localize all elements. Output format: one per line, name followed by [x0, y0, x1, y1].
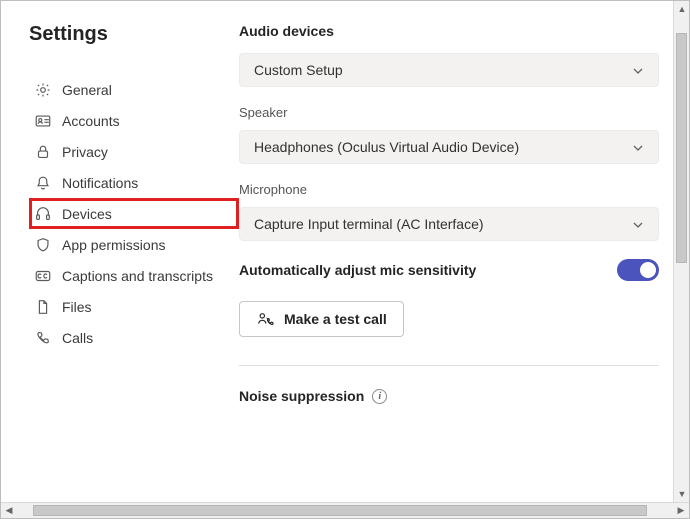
select-value: Capture Input terminal (AC Interface)	[254, 216, 484, 232]
auto-mic-sensitivity-toggle[interactable]	[617, 259, 659, 281]
chevron-down-icon	[632, 218, 644, 230]
microphone-select[interactable]: Capture Input terminal (AC Interface)	[239, 207, 659, 241]
sidebar-item-calls[interactable]: Calls	[29, 322, 239, 353]
select-value: Headphones (Oculus Virtual Audio Device)	[254, 139, 519, 155]
sidebar-item-label: Devices	[62, 206, 112, 222]
sidebar-item-general[interactable]: General	[29, 74, 239, 105]
divider	[239, 365, 659, 366]
file-icon	[34, 298, 52, 316]
settings-nav: General Accounts Privacy Notifications	[29, 74, 239, 353]
scroll-up-arrow[interactable]: ▲	[674, 1, 690, 17]
chevron-down-icon	[632, 141, 644, 153]
scroll-right-arrow[interactable]: ▶	[673, 503, 689, 519]
speaker-select[interactable]: Headphones (Oculus Virtual Audio Device)	[239, 130, 659, 164]
shield-icon	[34, 236, 52, 254]
sidebar-item-notifications[interactable]: Notifications	[29, 167, 239, 198]
person-call-icon	[256, 310, 274, 328]
sidebar-item-label: Accounts	[62, 113, 120, 129]
gear-icon	[34, 81, 52, 99]
sidebar-item-label: Files	[62, 299, 92, 315]
audio-devices-select[interactable]: Custom Setup	[239, 53, 659, 87]
lock-icon	[34, 143, 52, 161]
button-label: Make a test call	[284, 311, 387, 327]
sidebar-item-label: Calls	[62, 330, 93, 346]
make-test-call-button[interactable]: Make a test call	[239, 301, 404, 337]
horizontal-scrollbar[interactable]: ◀ ▶	[1, 502, 689, 518]
page-title: Settings	[29, 23, 239, 46]
audio-devices-heading: Audio devices	[239, 23, 659, 39]
id-card-icon	[34, 112, 52, 130]
sidebar-item-label: Privacy	[62, 144, 108, 160]
cc-icon	[34, 267, 52, 285]
scroll-left-arrow[interactable]: ◀	[1, 503, 17, 519]
auto-mic-sensitivity-label: Automatically adjust mic sensitivity	[239, 262, 476, 278]
scroll-down-arrow[interactable]: ▼	[674, 486, 690, 502]
sidebar-item-accounts[interactable]: Accounts	[29, 105, 239, 136]
sidebar-item-captions[interactable]: Captions and transcripts	[29, 260, 239, 291]
phone-icon	[34, 329, 52, 347]
bell-icon	[34, 174, 52, 192]
noise-suppression-heading: Noise suppression i	[239, 388, 659, 404]
sidebar-item-files[interactable]: Files	[29, 291, 239, 322]
sidebar-item-label: App permissions	[62, 237, 166, 253]
vertical-scrollbar[interactable]: ▲ ▼	[673, 1, 689, 502]
sidebar-item-app-permissions[interactable]: App permissions	[29, 229, 239, 260]
speaker-label: Speaker	[239, 105, 659, 120]
info-icon[interactable]: i	[372, 389, 387, 404]
sidebar-item-privacy[interactable]: Privacy	[29, 136, 239, 167]
headset-icon	[34, 205, 52, 223]
chevron-down-icon	[632, 64, 644, 76]
sidebar-item-label: General	[62, 82, 112, 98]
sidebar-item-label: Notifications	[62, 175, 138, 191]
sidebar-item-label: Captions and transcripts	[62, 268, 213, 284]
sidebar-item-devices[interactable]: Devices	[29, 198, 239, 229]
microphone-label: Microphone	[239, 182, 659, 197]
select-value: Custom Setup	[254, 62, 343, 78]
